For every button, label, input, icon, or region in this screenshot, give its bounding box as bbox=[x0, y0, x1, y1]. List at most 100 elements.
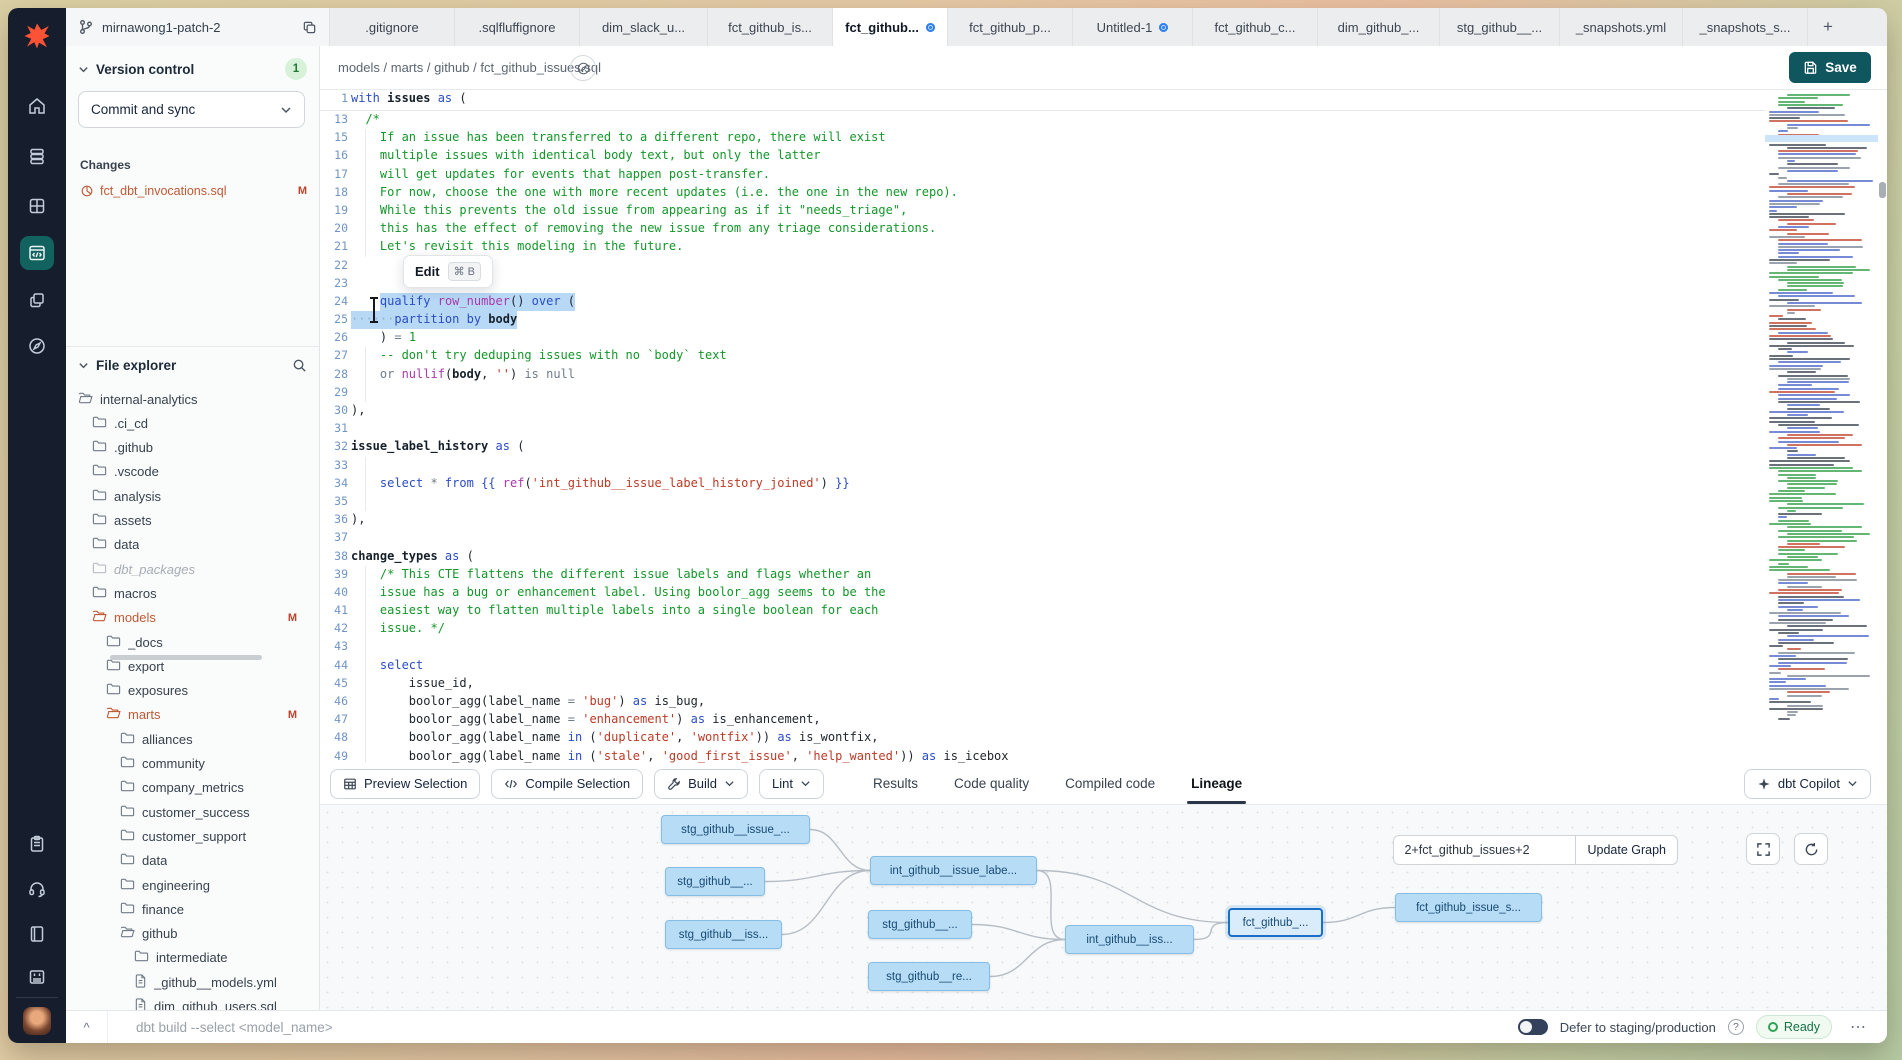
minimap[interactable] bbox=[1765, 90, 1878, 763]
code-line-1[interactable]: 1with issues as ( bbox=[320, 90, 1765, 111]
folder-marts[interactable]: martsM bbox=[66, 703, 319, 727]
code-line-48[interactable]: 48 boolor_agg(label_name in ('duplicate'… bbox=[320, 729, 1765, 747]
code-line-40[interactable]: 40 issue has a bug or enhancement label.… bbox=[320, 584, 1765, 602]
code-line-16[interactable]: 16 multiple issues with identical body t… bbox=[320, 147, 1765, 165]
folder-data[interactable]: data bbox=[66, 533, 319, 557]
folder-github[interactable]: github bbox=[66, 922, 319, 946]
folder--ci-cd[interactable]: .ci_cd bbox=[66, 411, 319, 435]
tab-fct-github-[interactable]: fct_github... bbox=[833, 8, 948, 46]
code-line-25[interactable]: 25······partition by body bbox=[320, 311, 1765, 329]
file--github-models-yml[interactable]: _github__models.yml bbox=[66, 970, 319, 994]
lineage-selector-input[interactable]: 2+fct_github_issues+2 bbox=[1393, 835, 1575, 865]
code-line-29[interactable]: 29 bbox=[320, 384, 1765, 402]
folder-finance[interactable]: finance bbox=[66, 897, 319, 921]
folder-exposures[interactable]: exposures bbox=[66, 679, 319, 703]
tab-compiled-code[interactable]: Compiled code bbox=[1065, 763, 1155, 804]
code-line-31[interactable]: 31 bbox=[320, 420, 1765, 438]
code-line-32[interactable]: 32issue_label_history as ( bbox=[320, 438, 1765, 456]
code-line-24[interactable]: 24 qualify row_number() over ( bbox=[320, 293, 1765, 311]
edit-tooltip[interactable]: Edit ⌘ B bbox=[403, 255, 493, 288]
save-button[interactable]: Save bbox=[1789, 52, 1871, 83]
build-button[interactable]: Build bbox=[654, 769, 748, 799]
windows-icon[interactable] bbox=[8, 280, 66, 320]
folder-models[interactable]: modelsM bbox=[66, 606, 319, 630]
lineage-node-stg-github-re-[interactable]: stg_github__re... bbox=[868, 962, 990, 991]
lineage-node-stg-github-issue-[interactable]: stg_github__issue_... bbox=[661, 815, 810, 844]
code-line-30[interactable]: 30), bbox=[320, 402, 1765, 420]
code-line-43[interactable]: 43 bbox=[320, 638, 1765, 656]
code-line-22[interactable]: 22 bbox=[320, 257, 1765, 275]
file-dim-github-users-sql[interactable]: dim_github_users.sql bbox=[66, 995, 319, 1011]
defer-toggle[interactable] bbox=[1518, 1019, 1548, 1035]
code-line-49[interactable]: 49 boolor_agg(label_name in ('stale', 'g… bbox=[320, 748, 1765, 763]
preview-selection-button[interactable]: Preview Selection bbox=[330, 769, 480, 799]
code-line-20[interactable]: 20 this has the effect of removing the n… bbox=[320, 220, 1765, 238]
code-line-41[interactable]: 41 easiest way to flatten multiple label… bbox=[320, 602, 1765, 620]
lineage-node-int-github-issue-labe-[interactable]: int_github__issue_labe... bbox=[870, 856, 1037, 885]
folder-customer-success[interactable]: customer_success bbox=[66, 800, 319, 824]
headset-icon[interactable] bbox=[8, 869, 66, 909]
file-explorer-header[interactable]: File explorer bbox=[78, 358, 307, 373]
folder--vscode[interactable]: .vscode bbox=[66, 460, 319, 484]
version-control-header[interactable]: Version control 1 bbox=[78, 58, 307, 80]
status-badge[interactable]: Ready bbox=[1756, 1015, 1832, 1039]
tab--sqlfluffignore[interactable]: .sqlfluffignore bbox=[455, 8, 580, 46]
scrollbar-thumb[interactable] bbox=[1879, 182, 1886, 198]
compass-icon[interactable] bbox=[8, 326, 66, 366]
code-line-42[interactable]: 42 issue. */ bbox=[320, 620, 1765, 638]
code-editor[interactable]: 1with issues as (13 /*15 If an issue has… bbox=[320, 90, 1765, 763]
code-line-27[interactable]: 27 -- don't try deduping issues with no … bbox=[320, 347, 1765, 365]
code-line-21[interactable]: 21 Let's revisit this modeling in the fu… bbox=[320, 238, 1765, 256]
tab-results[interactable]: Results bbox=[873, 763, 918, 804]
docs-compass-button[interactable] bbox=[570, 55, 596, 81]
keyboard-panel-icon[interactable] bbox=[8, 957, 66, 997]
command-input[interactable]: dbt build --select <model_name> bbox=[136, 1020, 333, 1035]
folder--github[interactable]: .github bbox=[66, 436, 319, 460]
overflow-menu-icon[interactable]: ⋯ bbox=[1844, 1017, 1873, 1037]
home-icon[interactable] bbox=[8, 86, 66, 126]
docs-book-icon[interactable] bbox=[8, 914, 66, 954]
search-icon[interactable] bbox=[292, 358, 307, 373]
update-graph-button[interactable]: Update Graph bbox=[1575, 835, 1678, 865]
code-line-44[interactable]: 44 select bbox=[320, 657, 1765, 675]
commit-and-sync-button[interactable]: Commit and sync bbox=[78, 91, 305, 128]
lineage-node-fct-github-[interactable]: fct_github_... bbox=[1228, 908, 1323, 937]
code-line-28[interactable]: 28 or nullif(body, '') is null bbox=[320, 366, 1765, 384]
develop-ide-icon[interactable] bbox=[20, 236, 54, 270]
code-line-39[interactable]: 39 /* This CTE flattens the different is… bbox=[320, 566, 1765, 584]
folder-assets[interactable]: assets bbox=[66, 509, 319, 533]
user-avatar[interactable] bbox=[23, 1007, 51, 1035]
refresh-button[interactable] bbox=[1794, 833, 1828, 865]
folder-data[interactable]: data bbox=[66, 849, 319, 873]
tab-dim-slack-u-[interactable]: dim_slack_u... bbox=[580, 8, 708, 46]
folder-dbt-packages[interactable]: dbt_packages bbox=[66, 557, 319, 581]
folder-internal-analytics[interactable]: internal-analytics bbox=[66, 387, 319, 411]
new-tab-button[interactable]: + bbox=[1808, 8, 1848, 46]
code-line-13[interactable]: 13 /* bbox=[320, 111, 1765, 129]
code-line-23[interactable]: 23 bbox=[320, 275, 1765, 293]
folder-analysis[interactable]: analysis bbox=[66, 484, 319, 508]
tab-fct-github-p-[interactable]: fct_github_p... bbox=[948, 8, 1073, 46]
tab-untitled-1[interactable]: Untitled-1 bbox=[1073, 8, 1193, 46]
code-line-45[interactable]: 45 issue_id, bbox=[320, 675, 1765, 693]
tab-dim-github-[interactable]: dim_github_... bbox=[1318, 8, 1440, 46]
compile-selection-button[interactable]: Compile Selection bbox=[491, 769, 643, 799]
code-line-35[interactable]: 35 bbox=[320, 493, 1765, 511]
tab-fct-github-c-[interactable]: fct_github_c... bbox=[1193, 8, 1318, 46]
code-line-18[interactable]: 18 For now, choose the one with more rec… bbox=[320, 184, 1765, 202]
code-line-15[interactable]: 15 If an issue has been transferred to a… bbox=[320, 129, 1765, 147]
folder-alliances[interactable]: alliances bbox=[66, 727, 319, 751]
lint-button[interactable]: Lint bbox=[759, 769, 824, 799]
folder-engineering[interactable]: engineering bbox=[66, 873, 319, 897]
code-line-38[interactable]: 38change_types as ( bbox=[320, 548, 1765, 566]
expand-command-bar-chevron[interactable]: ^ bbox=[66, 1011, 108, 1043]
folder-community[interactable]: community bbox=[66, 752, 319, 776]
folder-customer-support[interactable]: customer_support bbox=[66, 824, 319, 848]
tab-lineage[interactable]: Lineage bbox=[1191, 763, 1242, 804]
branch-selector[interactable]: mirnawong1-patch-2 bbox=[66, 8, 330, 46]
folder-intermediate[interactable]: intermediate bbox=[66, 946, 319, 970]
lineage-node-int-github-iss-[interactable]: int_github__iss... bbox=[1065, 925, 1194, 954]
tab-code-quality[interactable]: Code quality bbox=[954, 763, 1029, 804]
changed-file-row[interactable]: fct_dbt_invocations.sql M bbox=[80, 180, 307, 202]
tab--snapshots-s-[interactable]: _snapshots_s... bbox=[1683, 8, 1808, 46]
